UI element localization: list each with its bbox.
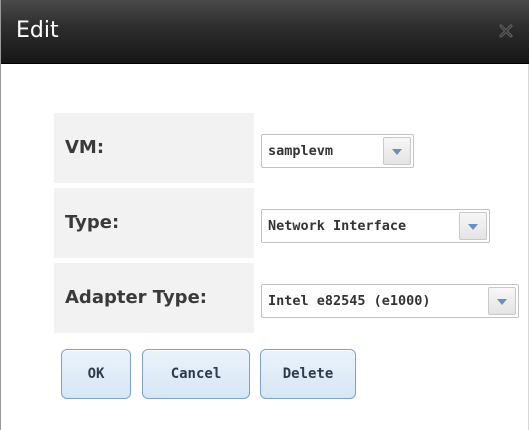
vm-label: VM: [65, 137, 105, 158]
adapter-type-label-cell: Adapter Type: [54, 263, 254, 333]
adapter-type-select-value: Intel e82545 (e1000) [268, 293, 431, 309]
vm-label-cell: VM: [54, 113, 254, 183]
type-select-value: Network Interface [268, 218, 407, 234]
close-icon[interactable] [496, 21, 516, 41]
dialog-title: Edit [16, 18, 59, 43]
type-select-dropdown-button[interactable] [459, 212, 487, 240]
type-label-cell: Type: [54, 188, 254, 258]
vm-select[interactable]: samplevm [261, 134, 414, 168]
type-select[interactable]: Network Interface [261, 209, 490, 243]
cancel-button[interactable]: Cancel [142, 349, 250, 399]
vm-select-dropdown-button[interactable] [383, 137, 411, 165]
type-label: Type: [65, 212, 120, 233]
dialog-titlebar[interactable]: Edit [1, 0, 529, 64]
ok-button[interactable]: OK [61, 349, 131, 399]
chevron-down-icon [468, 224, 478, 230]
delete-button[interactable]: Delete [260, 349, 356, 399]
edit-dialog: Edit VM: samplevm Type: Network Interfac… [0, 0, 529, 430]
chevron-down-icon [392, 149, 402, 155]
chevron-down-icon [497, 299, 507, 305]
adapter-type-label: Adapter Type: [65, 287, 207, 308]
adapter-type-select[interactable]: Intel e82545 (e1000) [261, 284, 519, 318]
vm-select-value: samplevm [268, 143, 334, 159]
adapter-type-select-dropdown-button[interactable] [488, 287, 516, 315]
